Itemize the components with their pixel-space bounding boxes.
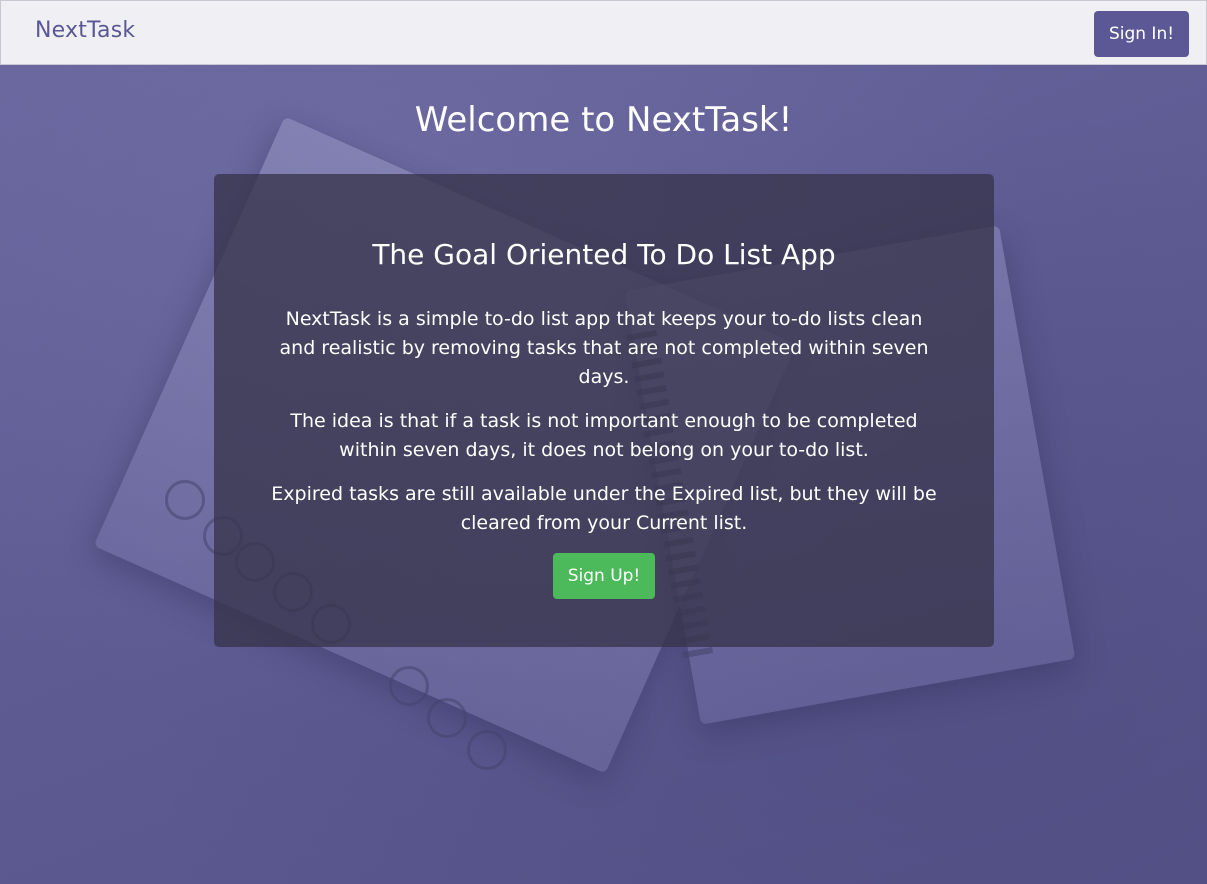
- expired-paragraph: Expired tasks are still available under …: [271, 483, 937, 534]
- brand-logo-link[interactable]: NextTask: [35, 18, 135, 43]
- intro-card: The Goal Oriented To Do List App NextTas…: [214, 174, 994, 647]
- page: NextTask Sign In! Welcome to NextTask! T…: [0, 0, 1207, 884]
- ring: [165, 480, 205, 520]
- page-title: Welcome to NextTask!: [414, 100, 793, 140]
- idea-paragraph: The idea is that if a task is not import…: [290, 410, 918, 461]
- top-navbar: NextTask Sign In!: [0, 0, 1207, 65]
- intro-paragraph: NextTask is a simple to-do list app that…: [279, 308, 929, 388]
- sign-up-button[interactable]: Sign Up!: [553, 553, 655, 599]
- ring: [389, 666, 429, 706]
- ring: [467, 730, 507, 770]
- ring: [427, 698, 467, 738]
- card-title: The Goal Oriented To Do List App: [372, 238, 836, 271]
- sign-in-button[interactable]: Sign In!: [1094, 11, 1189, 57]
